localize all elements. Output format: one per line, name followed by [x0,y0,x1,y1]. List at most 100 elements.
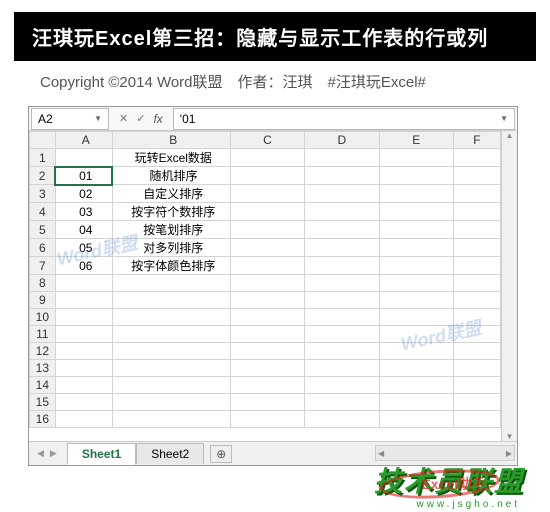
row-header[interactable]: 6 [30,239,56,257]
cell[interactable] [230,411,304,428]
enter-icon[interactable]: ✓ [136,112,145,125]
cell[interactable] [55,309,112,326]
cell[interactable] [305,343,379,360]
cell[interactable] [305,185,379,203]
row-header[interactable]: 9 [30,292,56,309]
cell[interactable] [55,343,112,360]
row-header[interactable]: 3 [30,185,56,203]
cell[interactable] [379,203,453,221]
cell[interactable] [305,221,379,239]
cell[interactable]: 06 [55,257,112,275]
cell[interactable] [305,394,379,411]
cell[interactable] [230,292,304,309]
cell[interactable] [55,394,112,411]
cell[interactable] [453,292,500,309]
fx-icon[interactable]: fx [153,112,162,126]
cell[interactable] [305,203,379,221]
cell[interactable] [230,343,304,360]
row-header[interactable]: 12 [30,343,56,360]
cell[interactable]: 03 [55,203,112,221]
cell[interactable] [305,257,379,275]
row-header[interactable]: 4 [30,203,56,221]
cell[interactable] [55,326,112,343]
cell[interactable] [230,377,304,394]
cell[interactable] [55,377,112,394]
cell[interactable] [453,149,500,167]
cell[interactable] [379,394,453,411]
row-header[interactable]: 13 [30,360,56,377]
col-header-F[interactable]: F [453,132,500,149]
cell[interactable] [453,394,500,411]
cell[interactable]: 按字体颜色排序 [112,257,230,275]
cell[interactable] [230,275,304,292]
cell[interactable] [453,203,500,221]
col-header-E[interactable]: E [379,132,453,149]
col-header-D[interactable]: D [305,132,379,149]
cell[interactable] [453,239,500,257]
cell[interactable]: 随机排序 [112,167,230,185]
cell[interactable] [453,275,500,292]
cell[interactable] [112,343,230,360]
cell[interactable] [55,149,112,167]
cell[interactable] [379,239,453,257]
name-box[interactable]: A2 ▼ [31,108,109,130]
add-sheet-button[interactable]: ⊕ [210,445,232,463]
cell[interactable] [379,292,453,309]
sheet-tab-1[interactable]: Sheet1 [67,443,136,465]
cell[interactable] [305,377,379,394]
cell[interactable] [305,360,379,377]
cell[interactable]: 按字符个数排序 [112,203,230,221]
next-sheet-icon[interactable]: ▶ [50,448,57,459]
cell[interactable] [453,411,500,428]
cell[interactable] [379,411,453,428]
cell[interactable] [379,326,453,343]
cell[interactable] [230,149,304,167]
row-header[interactable]: 7 [30,257,56,275]
row-header[interactable]: 2 [30,167,56,185]
cell[interactable] [379,149,453,167]
cell[interactable] [230,221,304,239]
row-header[interactable]: 5 [30,221,56,239]
cell[interactable] [453,221,500,239]
worksheet-grid[interactable]: A B C D E F 1玩转Excel数据 201随机排序 302自定义排序 … [29,131,517,441]
row-header[interactable]: 8 [30,275,56,292]
row-header[interactable]: 14 [30,377,56,394]
cell[interactable] [305,275,379,292]
cell[interactable] [230,326,304,343]
cell[interactable]: 02 [55,185,112,203]
cell[interactable] [379,309,453,326]
expand-formula-icon[interactable]: ▼ [500,114,508,123]
cell[interactable] [453,167,500,185]
cell[interactable] [55,275,112,292]
row-header[interactable]: 15 [30,394,56,411]
tab-nav-buttons[interactable]: ◀ ▶ [37,448,57,459]
row-header[interactable]: 10 [30,309,56,326]
cell[interactable] [230,167,304,185]
formula-bar[interactable]: '01 ▼ [173,108,515,130]
cancel-icon[interactable]: ✕ [119,112,128,125]
col-header-B[interactable]: B [112,132,230,149]
cell[interactable] [230,360,304,377]
cell[interactable] [112,377,230,394]
cell[interactable] [112,275,230,292]
cell[interactable] [453,360,500,377]
cell[interactable] [453,377,500,394]
cell-active[interactable]: 01 [55,167,112,185]
cell[interactable] [230,257,304,275]
cell[interactable] [453,309,500,326]
cell[interactable] [305,167,379,185]
cell[interactable]: 按笔划排序 [112,221,230,239]
cell[interactable] [305,411,379,428]
cell[interactable] [453,257,500,275]
col-header-C[interactable]: C [230,132,304,149]
sheet-tab-2[interactable]: Sheet2 [136,443,204,464]
cell[interactable] [453,185,500,203]
chevron-down-icon[interactable]: ▼ [94,114,102,123]
cell[interactable] [112,292,230,309]
cell[interactable] [112,326,230,343]
cell[interactable] [230,239,304,257]
cell[interactable] [112,394,230,411]
spreadsheet-table[interactable]: A B C D E F 1玩转Excel数据 201随机排序 302自定义排序 … [29,131,501,428]
col-header-A[interactable]: A [55,132,112,149]
cell[interactable] [305,326,379,343]
